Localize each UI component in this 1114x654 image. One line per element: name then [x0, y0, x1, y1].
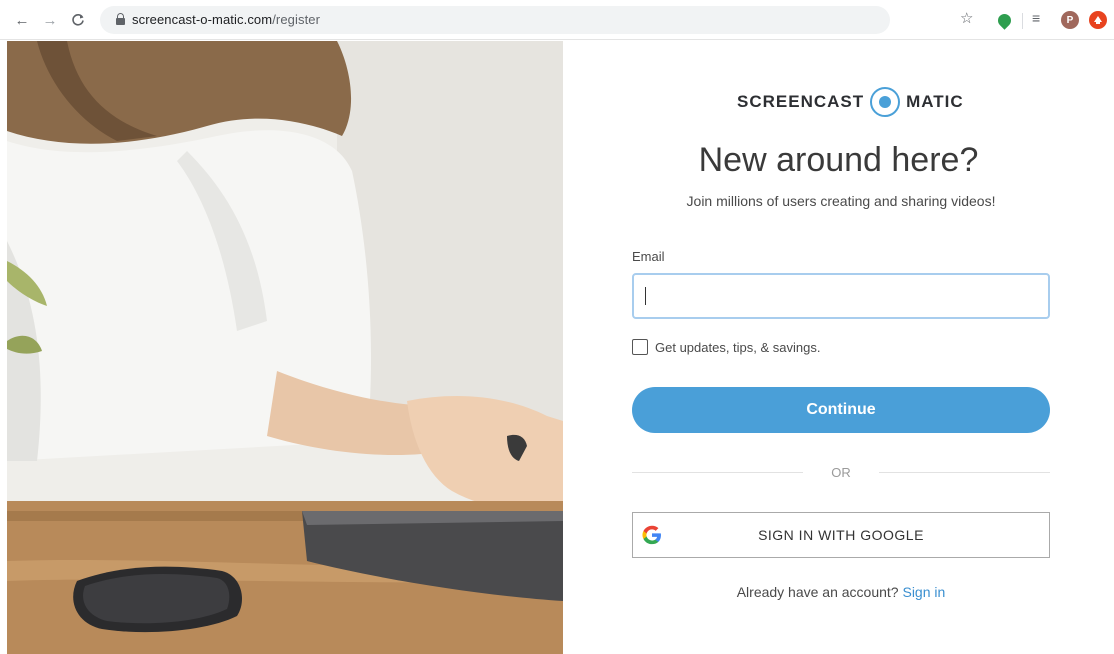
browser-toolbar: ← → screencast-o-matic.com/register ☆ ≡ … [0, 0, 1114, 40]
address-bar[interactable]: screencast-o-matic.com/register [100, 6, 890, 34]
url-text: screencast-o-matic.com/register [132, 12, 320, 27]
profile-avatar[interactable]: P [1061, 11, 1079, 29]
logo-word-left: SCREENCAST [737, 92, 865, 111]
hero-photo [7, 41, 563, 654]
text-cursor [645, 287, 646, 305]
email-label: Email [632, 249, 665, 264]
or-text: OR [831, 465, 851, 480]
google-g-icon [642, 525, 661, 545]
sign-in-link[interactable]: Sign in [902, 584, 945, 600]
updates-checkbox-row[interactable]: Get updates, tips, & savings. [632, 339, 820, 355]
lock-icon [116, 13, 125, 25]
google-button-label: SIGN IN WITH GOOGLE [758, 527, 924, 543]
forward-arrow-icon[interactable]: → [40, 10, 60, 30]
or-divider: OR [632, 465, 1050, 480]
continue-button[interactable]: Continue [632, 387, 1050, 433]
register-panel: SCREENCAST MATIC New around here? Join m… [563, 41, 1114, 654]
divider-line-right [878, 472, 1050, 473]
reload-icon[interactable] [68, 10, 88, 30]
page-title: New around here? [698, 141, 979, 179]
sign-in-with-google-button[interactable]: SIGN IN WITH GOOGLE [632, 512, 1050, 558]
email-input[interactable] [632, 273, 1050, 319]
logo-record-icon [870, 87, 901, 117]
signin-prompt-row: Already have an account? Sign in [563, 584, 1114, 600]
signin-prompt: Already have an account? [736, 584, 903, 600]
hero-photo-illustration [7, 41, 563, 654]
logo-word-right: MATIC [906, 92, 964, 111]
bookmark-star-icon[interactable]: ☆ [960, 9, 973, 27]
extension-upload-icon[interactable] [1089, 11, 1107, 29]
toolbar-separator [1022, 13, 1023, 29]
url-path: /register [272, 12, 321, 27]
media-queue-icon[interactable]: ≡ [1032, 10, 1040, 26]
url-domain: screencast-o-matic.com [132, 12, 273, 27]
divider-line-left [632, 472, 804, 473]
back-arrow-icon[interactable]: ← [12, 10, 32, 30]
screencast-o-matic-logo: SCREENCAST MATIC [737, 87, 964, 117]
updates-checkbox[interactable] [632, 339, 648, 355]
updates-checkbox-label: Get updates, tips, & savings. [655, 339, 821, 355]
page-subtitle: Join millions of users creating and shar… [686, 193, 996, 209]
extension-leaf-icon[interactable] [994, 10, 1014, 30]
